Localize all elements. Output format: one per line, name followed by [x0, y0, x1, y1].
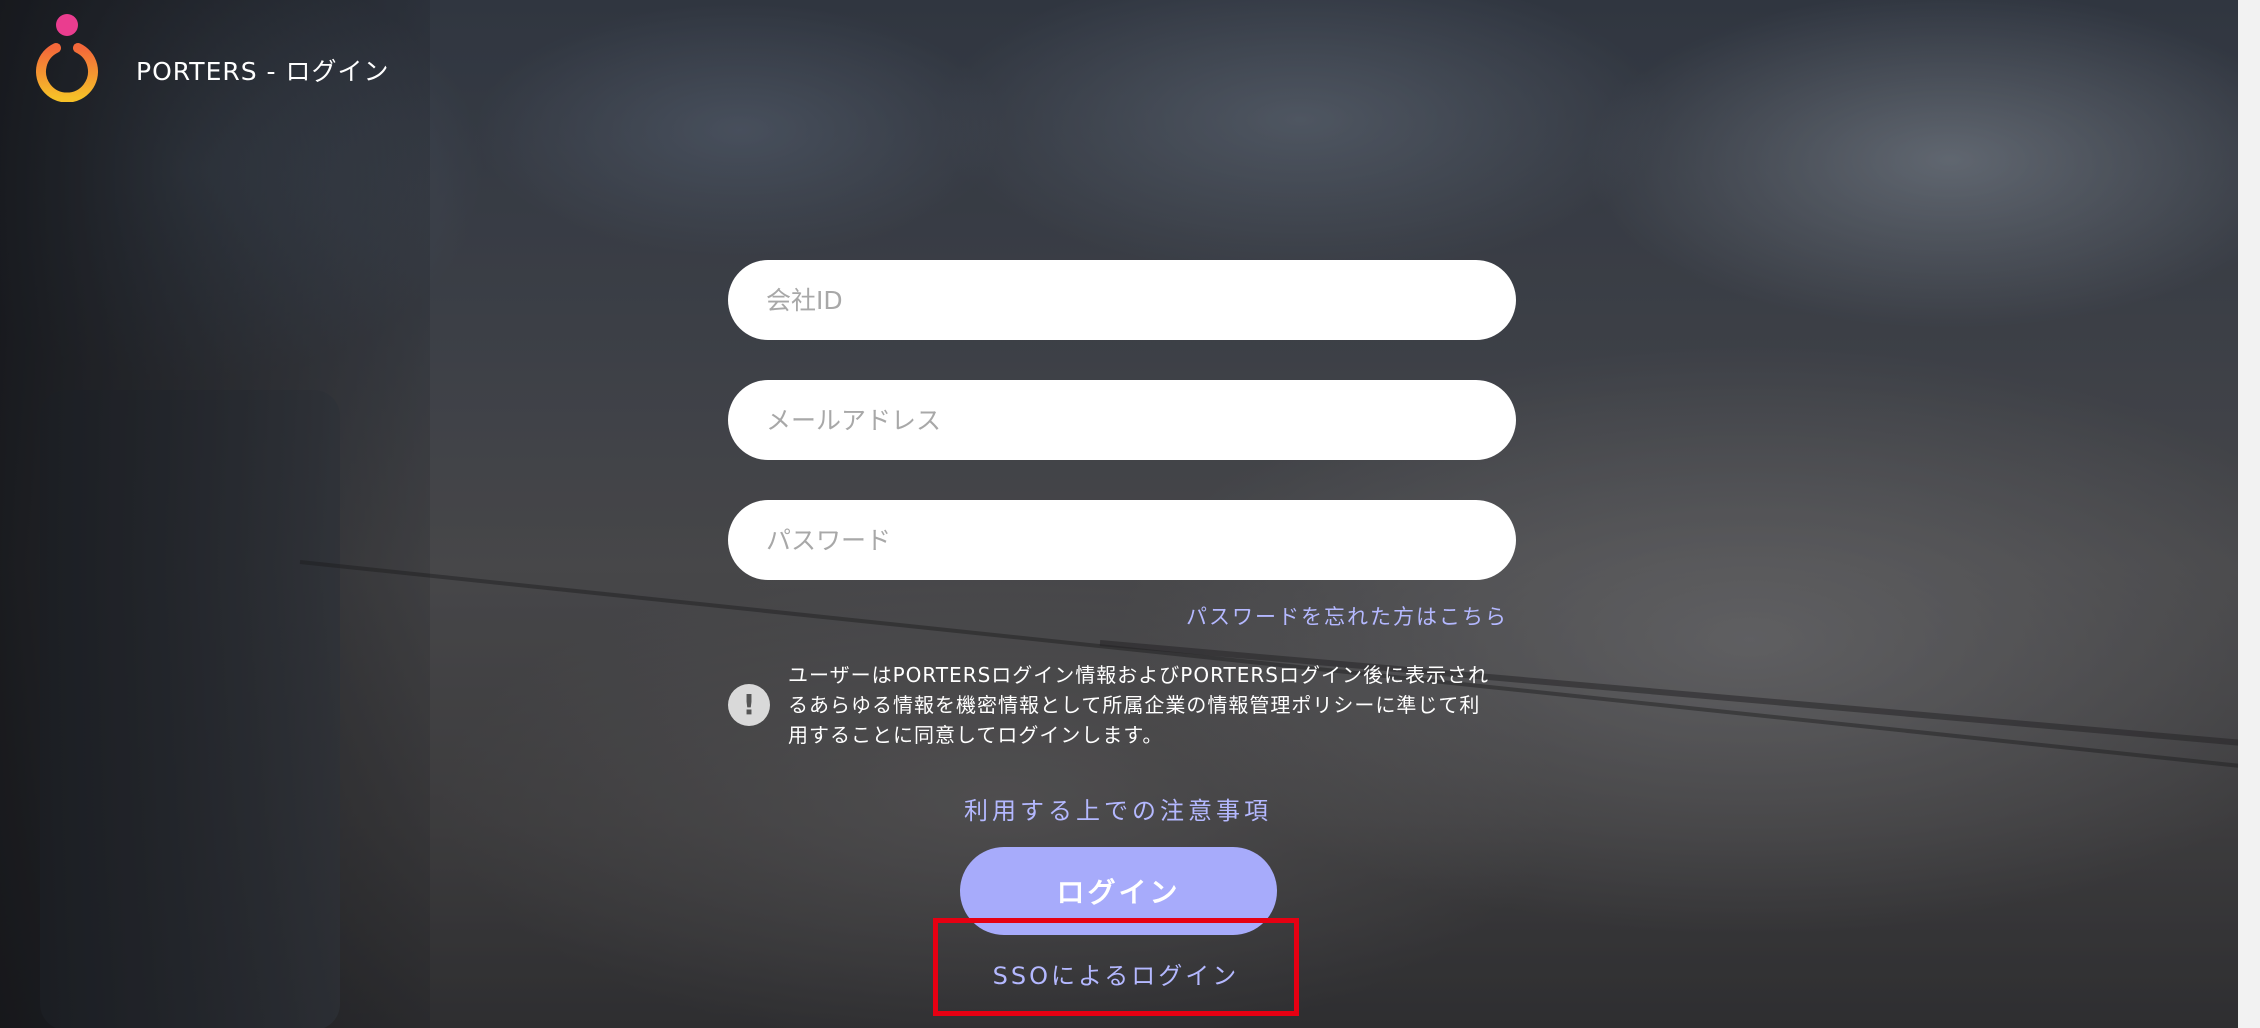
porters-logo-icon: [34, 14, 98, 104]
terms-of-use-link[interactable]: 利用する上での注意事項: [964, 791, 1272, 826]
password-input[interactable]: [728, 500, 1516, 580]
app-title: PORTERS - ログイン: [136, 57, 390, 86]
logo-ring: [36, 43, 98, 102]
sso-login-link[interactable]: SSOによるログイン: [933, 956, 1299, 991]
exclamation-icon: !: [728, 684, 770, 726]
email-input[interactable]: [728, 380, 1516, 460]
company-id-input[interactable]: [728, 260, 1516, 340]
forgot-password-link[interactable]: パスワードを忘れた方はこちら: [1186, 601, 1508, 631]
scrollbar-track[interactable]: [2238, 0, 2260, 1028]
logo-dot: [56, 14, 78, 36]
consent-notice-text: ユーザーはPORTERSログイン情報およびPORTERSログイン後に表示されるあ…: [788, 663, 1489, 747]
